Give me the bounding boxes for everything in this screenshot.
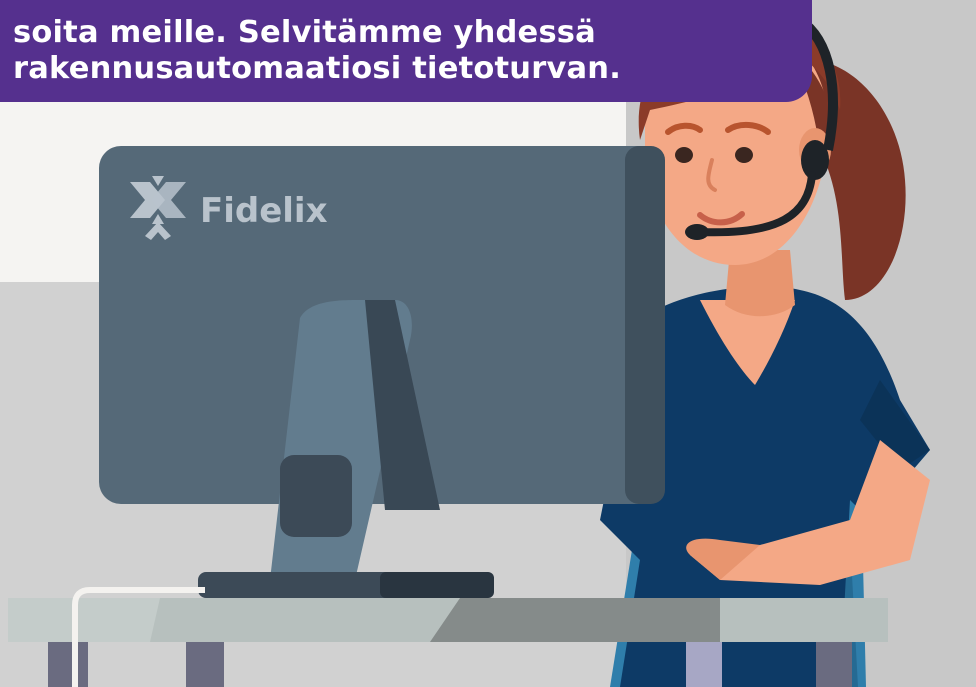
headline-banner: soita meille. Selvitämme yhdessä rakennu… <box>0 0 812 102</box>
illustration: Fidelix <box>0 0 976 687</box>
headline-line-1: soita meille. Selvitämme yhdessä <box>13 15 596 50</box>
brand-name: Fidelix <box>200 191 328 231</box>
headline-line-2: rakennusautomaatiosi tietoturvan. <box>13 51 622 86</box>
